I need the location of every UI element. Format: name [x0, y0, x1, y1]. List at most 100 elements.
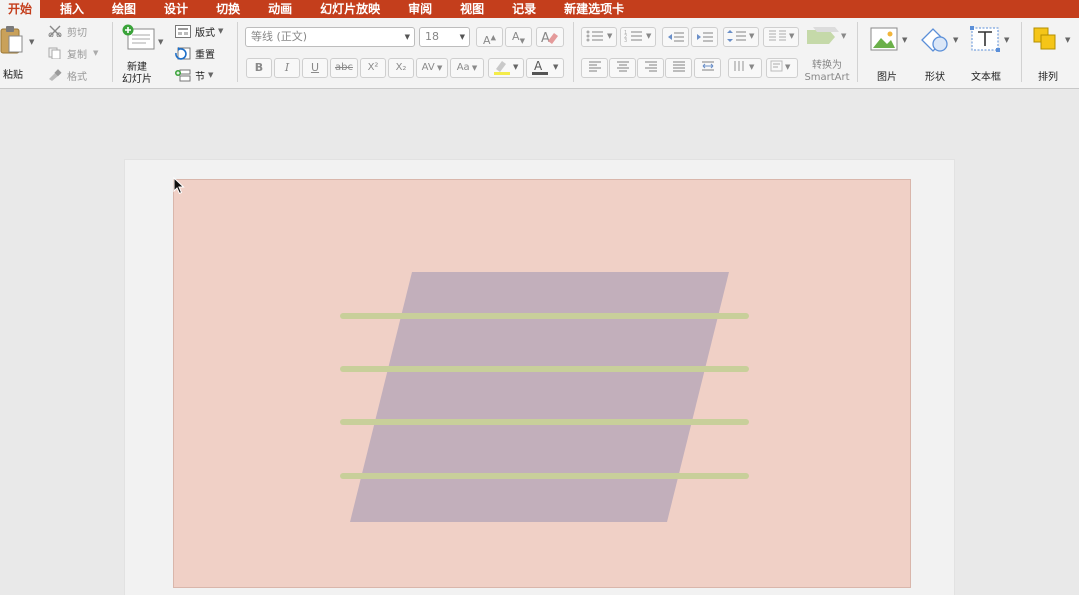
- picture-icon: ▼: [870, 27, 908, 51]
- font-name-dropdown-icon[interactable]: ▼: [405, 28, 410, 46]
- group-separator: [1021, 22, 1022, 82]
- tab-insert[interactable]: 插入: [46, 0, 98, 18]
- layout-icon: [175, 24, 191, 38]
- svg-text:▼: ▼: [553, 63, 559, 71]
- font-color-button[interactable]: A ▼: [526, 58, 564, 78]
- font-size-value: 18: [425, 30, 439, 43]
- convert-smartart-button[interactable]: ▼ 转换为 SmartArt: [803, 24, 851, 86]
- svg-text:▼: ▼: [1065, 36, 1071, 44]
- clear-format-button[interactable]: A: [536, 27, 564, 47]
- font-color-icon: A ▼: [532, 59, 559, 75]
- distributed-button[interactable]: [694, 58, 721, 78]
- font-size-dropdown-icon[interactable]: ▼: [460, 28, 465, 46]
- tab-draw[interactable]: 绘图: [98, 0, 150, 18]
- font-size-combo[interactable]: 18 ▼: [419, 27, 470, 47]
- subscript-button[interactable]: X₂: [388, 58, 414, 78]
- line-spacing-button[interactable]: ▼: [723, 27, 759, 47]
- svg-text:▼: ▼: [646, 32, 652, 40]
- align-left-button[interactable]: [581, 58, 608, 78]
- textbox-button[interactable]: ▼ 文本框: [968, 26, 1012, 84]
- cut-button[interactable]: 剪切: [48, 24, 87, 39]
- convert-smartart-label-line1: 转换为: [812, 60, 842, 71]
- svg-text:▼: ▼: [841, 32, 847, 40]
- copy-dropdown-icon[interactable]: ▼: [93, 49, 98, 57]
- new-slide-dropdown-icon[interactable]: ▼: [158, 38, 163, 46]
- highlight-button[interactable]: ▼: [488, 58, 524, 78]
- new-slide-icon: [122, 24, 155, 50]
- section-dropdown-icon[interactable]: ▼: [208, 71, 213, 79]
- align-center-button[interactable]: [609, 58, 636, 78]
- layout-label: 版式: [195, 27, 215, 39]
- svg-text:▼: ▼: [789, 32, 795, 40]
- shapes-button[interactable]: ▼ 形状: [917, 26, 961, 84]
- new-slide-label-line2: 幻灯片: [122, 74, 152, 85]
- tab-record[interactable]: 记录: [498, 0, 550, 18]
- change-case-button[interactable]: Aa ▼: [450, 58, 484, 78]
- text-direction-button[interactable]: ▼: [728, 58, 762, 78]
- slide[interactable]: [173, 179, 911, 588]
- increase-indent-button[interactable]: [691, 27, 718, 47]
- svg-text:▼: ▼: [749, 63, 755, 71]
- reset-label: 重置: [195, 49, 215, 61]
- layout-button[interactable]: 版式 ▼: [175, 24, 223, 39]
- superscript-button[interactable]: X²: [360, 58, 386, 78]
- reset-button[interactable]: 重置: [175, 46, 215, 61]
- format-painter-button[interactable]: 格式: [48, 68, 87, 83]
- italic-button[interactable]: I: [274, 58, 300, 78]
- parallelogram-shape[interactable]: [350, 272, 729, 522]
- svg-text:▼: ▼: [953, 36, 959, 44]
- arrange-button[interactable]: ▼ 排列: [1030, 26, 1074, 84]
- paste-dropdown-icon[interactable]: ▼: [29, 38, 34, 46]
- new-slide-label: 新建 幻灯片: [122, 62, 152, 86]
- picture-label: 图片: [877, 72, 897, 83]
- tab-animations[interactable]: 动画: [254, 0, 306, 18]
- grow-font-icon: A▲: [483, 33, 496, 47]
- justify-icon: [672, 61, 685, 72]
- group-separator: [857, 22, 858, 82]
- textbox-label: 文本框: [971, 72, 1001, 83]
- section-icon: [175, 69, 191, 81]
- grow-font-button[interactable]: A▲: [476, 27, 503, 47]
- bold-button[interactable]: B: [246, 58, 272, 78]
- reset-icon: [175, 46, 191, 60]
- copy-button[interactable]: 复制 ▼: [48, 46, 98, 61]
- tab-transitions[interactable]: 切换: [202, 0, 254, 18]
- svg-text:A: A: [541, 31, 550, 45]
- svg-text:A: A: [534, 59, 543, 73]
- svg-text:▼: ▼: [1004, 36, 1010, 44]
- layout-dropdown-icon[interactable]: ▼: [218, 27, 223, 35]
- font-name-combo[interactable]: 等线 (正文) ▼: [245, 27, 415, 47]
- stripe-1[interactable]: [340, 313, 749, 319]
- highlighter-icon: ▼: [494, 61, 519, 75]
- paste-button[interactable]: ▼ 粘贴: [0, 24, 36, 81]
- columns-button[interactable]: ▼: [763, 27, 799, 47]
- align-right-button[interactable]: [637, 58, 664, 78]
- char-spacing-button[interactable]: AV ▼: [416, 58, 448, 78]
- decrease-indent-button[interactable]: [662, 27, 689, 47]
- strikethrough-button[interactable]: abc: [330, 58, 358, 78]
- tab-design[interactable]: 设计: [150, 0, 202, 18]
- stripe-2[interactable]: [340, 366, 749, 372]
- svg-text:▼: ▼: [902, 36, 908, 44]
- tab-view[interactable]: 视图: [446, 0, 498, 18]
- new-slide-button[interactable]: ▼ 新建 幻灯片: [118, 24, 168, 86]
- tab-review[interactable]: 审阅: [394, 0, 446, 18]
- section-button[interactable]: 节 ▼: [175, 68, 213, 83]
- stripe-4[interactable]: [340, 473, 749, 479]
- align-text-button[interactable]: ▼: [766, 58, 798, 78]
- tab-new-tab[interactable]: 新建选项卡: [550, 0, 638, 18]
- bullets-button[interactable]: ▼: [581, 27, 617, 47]
- tab-slideshow[interactable]: 幻灯片放映: [306, 0, 394, 18]
- shrink-font-button[interactable]: A▼: [505, 27, 532, 47]
- numbering-button[interactable]: 1 2 3 ▼: [620, 27, 656, 47]
- convert-smartart-label: 转换为 SmartArt: [803, 60, 851, 84]
- clipboard-icon: [0, 26, 23, 54]
- eraser-icon: A: [541, 31, 558, 46]
- arrange-label: 排列: [1038, 72, 1058, 83]
- stripe-3[interactable]: [340, 419, 749, 425]
- underline-button[interactable]: U: [302, 58, 328, 78]
- picture-button[interactable]: ▼ 图片: [868, 26, 910, 84]
- tab-home[interactable]: 开始: [0, 0, 41, 18]
- svg-text:▼: ▼: [513, 63, 519, 71]
- justify-button[interactable]: [665, 58, 692, 78]
